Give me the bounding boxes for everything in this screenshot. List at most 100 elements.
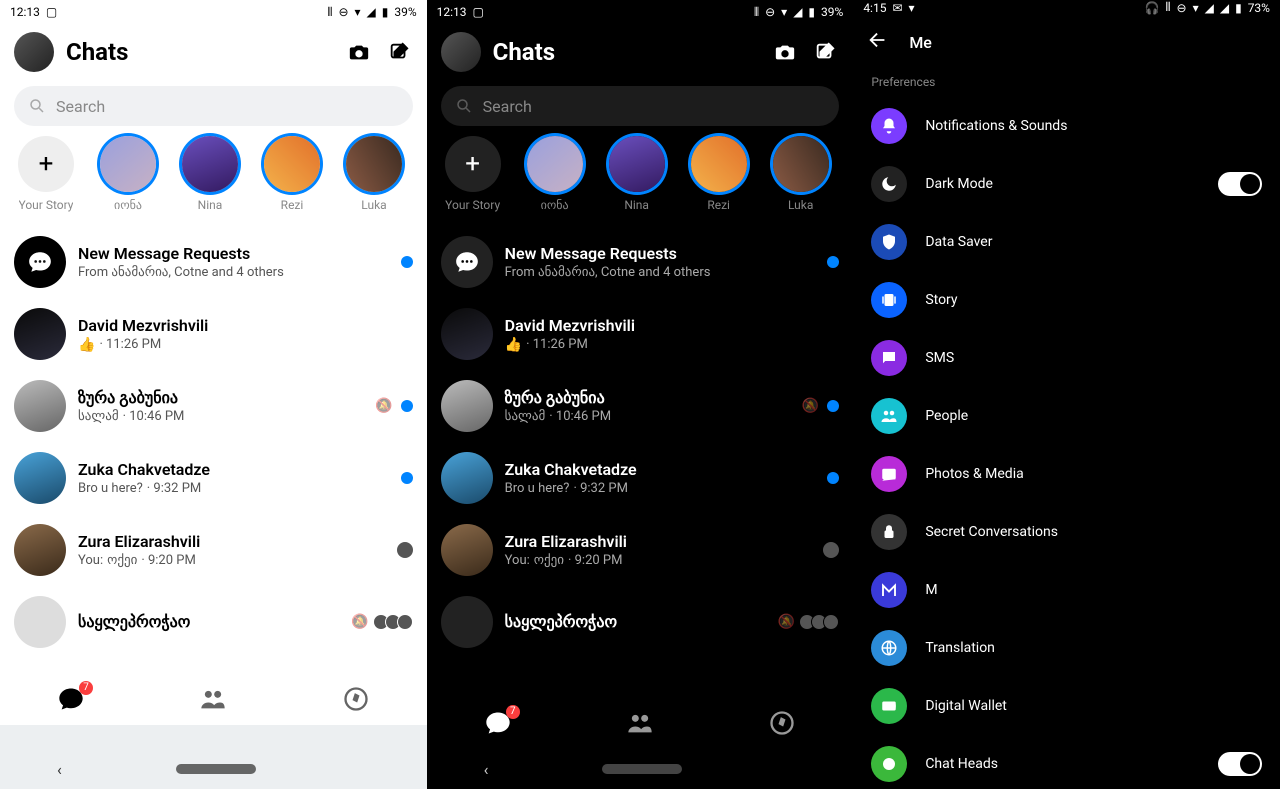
- setting-label: Story: [925, 292, 1262, 308]
- nav-home[interactable]: [176, 764, 256, 774]
- story-item[interactable]: Nina: [178, 136, 242, 212]
- tab-people[interactable]: [199, 685, 227, 713]
- toggle-switch[interactable]: [1218, 172, 1262, 196]
- chat-row[interactable]: ზურა გაბუნიასალამ· 10:46 PM🔕: [427, 370, 854, 442]
- profile-avatar[interactable]: [441, 32, 481, 72]
- tab-discover[interactable]: [768, 709, 796, 737]
- chat-row[interactable]: საყლეპროჭაო 🔕: [427, 586, 854, 658]
- chat-row[interactable]: Zura ElizarashviliYou:ოქეი· 9:20 PM: [0, 514, 427, 586]
- chat-name: საყლეპროჭაო: [505, 612, 766, 631]
- story-avatar: [691, 136, 747, 192]
- camera-button[interactable]: [345, 38, 373, 66]
- settings-screen: 4:15 ✉ ▾ 🎧 ⫴ ⊖ ▾ ◢ ◢ ▮ 73% Me Preference…: [853, 0, 1280, 789]
- story-avatar: [609, 136, 665, 192]
- camera-button[interactable]: [771, 38, 799, 66]
- nav-home[interactable]: [602, 764, 682, 774]
- setting-row[interactable]: SMS: [853, 329, 1280, 387]
- setting-row[interactable]: Secret Conversations: [853, 503, 1280, 561]
- story-avatar: [100, 136, 156, 192]
- story-item[interactable]: Rezi: [687, 136, 751, 212]
- unread-dot: [401, 472, 413, 484]
- unread-dot: [401, 400, 413, 412]
- section-label: Preferences: [853, 69, 1280, 97]
- bell-icon: [871, 108, 907, 144]
- muted-icon: 🔕: [778, 614, 795, 630]
- chat-name: David Mezvrishvili: [505, 316, 828, 335]
- chats-screen-dark: 12:13▢ ⫴ ⊖ ▾ ◢ ▮ 39% Chats Search +Your …: [427, 0, 854, 789]
- chat-subtitle: სალამ· 10:46 PM: [505, 409, 790, 424]
- chat-name: Zura Elizarashvili: [505, 532, 812, 551]
- setting-row[interactable]: Notifications & Sounds: [853, 97, 1280, 155]
- story-item[interactable]: იონა: [523, 136, 587, 212]
- chat-row[interactable]: David Mezvrishvili👍· 11:26 PM: [0, 298, 427, 370]
- setting-row[interactable]: Chat Heads: [853, 735, 1280, 789]
- android-navbar: ‹: [0, 749, 427, 789]
- header: Chats: [427, 24, 854, 80]
- seen-avatar: [397, 542, 413, 558]
- setting-row[interactable]: Data Saver: [853, 213, 1280, 271]
- nav-back[interactable]: ‹: [484, 760, 489, 779]
- photo-icon: [871, 456, 907, 492]
- setting-row[interactable]: People: [853, 387, 1280, 445]
- story-label: Nina: [198, 198, 223, 212]
- story-item[interactable]: +Your Story: [14, 136, 78, 212]
- story-item[interactable]: Luka: [769, 136, 833, 212]
- chat-row[interactable]: New Message RequestsFrom ანამარია, Cotne…: [427, 226, 854, 298]
- setting-row[interactable]: Dark Mode: [853, 155, 1280, 213]
- chat-row[interactable]: New Message RequestsFrom ანამარია, Cotne…: [0, 226, 427, 298]
- story-label: Rezi: [707, 198, 730, 212]
- chat-row[interactable]: Zuka ChakvetadzeBro u here?· 9:32 PM: [0, 442, 427, 514]
- chat-avatar: [441, 236, 493, 288]
- chat-row[interactable]: ზურა გაბუნიასალამ· 10:46 PM🔕: [0, 370, 427, 442]
- story-avatar: [182, 136, 238, 192]
- tab-chats[interactable]: 7: [484, 709, 512, 737]
- bottom-tabs: 7: [427, 697, 854, 749]
- compose-button[interactable]: [385, 38, 413, 66]
- story-label: იონა: [114, 198, 142, 212]
- setting-label: People: [925, 408, 1262, 424]
- chat-avatar: [14, 380, 66, 432]
- setting-label: Secret Conversations: [925, 524, 1262, 540]
- setting-row[interactable]: Digital Wallet: [853, 677, 1280, 735]
- search-bar[interactable]: Search: [14, 86, 413, 126]
- tab-chats[interactable]: 7: [57, 685, 85, 713]
- lock-icon: [871, 514, 907, 550]
- chat-avatar: [14, 308, 66, 360]
- chat-row[interactable]: Zura ElizarashviliYou:ოქეი· 9:20 PM: [427, 514, 854, 586]
- people-icon: [871, 398, 907, 434]
- story-item[interactable]: იონა: [96, 136, 160, 212]
- setting-row[interactable]: Translation: [853, 619, 1280, 677]
- setting-row[interactable]: Photos & Media: [853, 445, 1280, 503]
- profile-avatar[interactable]: [14, 32, 54, 72]
- like-icon: 👍: [78, 337, 95, 353]
- setting-row[interactable]: Story: [853, 271, 1280, 329]
- chat-row[interactable]: Zuka ChakvetadzeBro u here?· 9:32 PM: [427, 442, 854, 514]
- nav-back[interactable]: ‹: [57, 760, 62, 779]
- back-button[interactable]: [867, 29, 891, 55]
- chat-row[interactable]: საყლეპროჭაო🔕: [0, 586, 427, 658]
- toggle-switch[interactable]: [1218, 752, 1262, 776]
- story-label: Rezi: [281, 198, 304, 212]
- compose-button[interactable]: [811, 38, 839, 66]
- chat-row[interactable]: David Mezvrishvili👍· 11:26 PM: [427, 298, 854, 370]
- vibrate-icon: ⫴: [327, 5, 332, 20]
- moon-icon: [871, 166, 907, 202]
- setting-row[interactable]: M: [853, 561, 1280, 619]
- vibrate-icon: ⫴: [1165, 0, 1170, 15]
- search-bar[interactable]: Search: [441, 86, 840, 126]
- tab-people[interactable]: [626, 709, 654, 737]
- bottom-tabs: 7: [0, 673, 427, 725]
- story-item[interactable]: Luka: [342, 136, 406, 212]
- story-item[interactable]: Nina: [605, 136, 669, 212]
- story-icon: [871, 282, 907, 318]
- story-item[interactable]: +Your Story: [441, 136, 505, 212]
- chat-subtitle: From ანამარია, Cotne and 4 others: [505, 265, 816, 280]
- story-label: Your Story: [445, 198, 500, 212]
- story-avatar: [773, 136, 829, 192]
- story-item[interactable]: Rezi: [260, 136, 324, 212]
- dnd-icon: ⊖: [1177, 1, 1187, 15]
- vibrate-icon: ⫴: [754, 5, 759, 20]
- tab-discover[interactable]: [342, 685, 370, 713]
- status-time: 12:13: [10, 5, 40, 19]
- chat-list: New Message RequestsFrom ანამარია, Cotne…: [427, 226, 854, 697]
